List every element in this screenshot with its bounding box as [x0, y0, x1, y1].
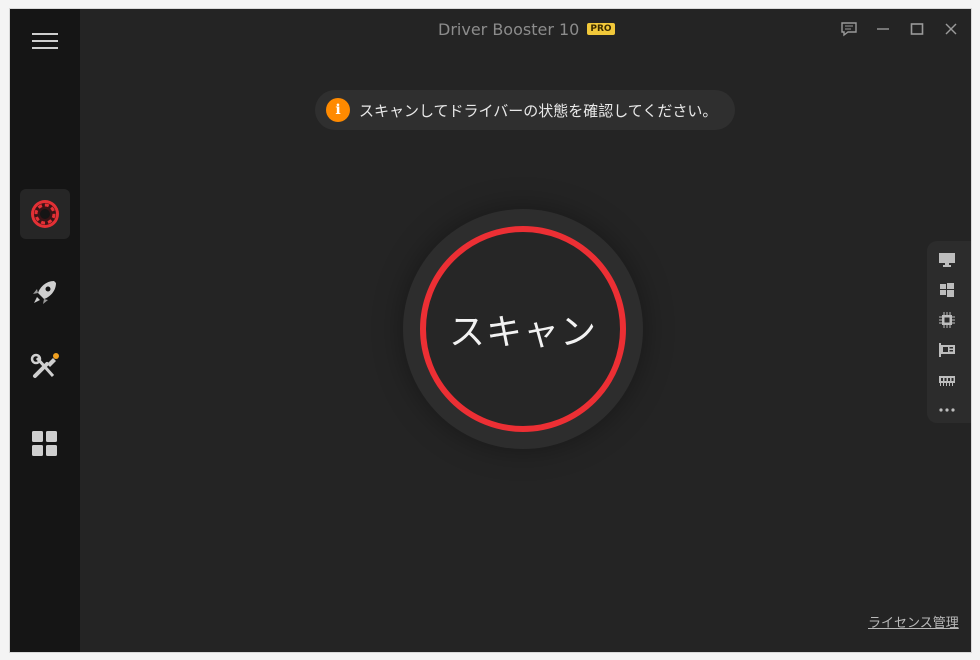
sidebar-item-action-center[interactable]	[20, 419, 70, 469]
notification-dot	[53, 353, 59, 359]
sidebar-item-tools[interactable]	[20, 343, 70, 393]
windows-icon[interactable]	[938, 281, 956, 299]
lifebuoy-icon	[31, 200, 59, 228]
info-icon: i	[326, 98, 350, 122]
menu-icon[interactable]	[32, 33, 58, 49]
feedback-icon[interactable]	[838, 19, 860, 39]
rocket-icon	[33, 281, 56, 304]
license-management-link[interactable]: ライセンス管理	[868, 612, 959, 631]
cpu-icon[interactable]	[938, 311, 956, 329]
tools-icon	[30, 353, 59, 378]
info-banner-text: スキャンしてドライバーの状態を確認してください。	[359, 101, 718, 120]
scan-button-label: スキャン	[448, 312, 597, 353]
sidebar-item-scan[interactable]	[20, 189, 70, 239]
sidebar-item-boost[interactable]	[20, 267, 70, 317]
maximize-icon[interactable]	[906, 19, 928, 39]
graphics-card-icon[interactable]	[938, 341, 956, 359]
more-icon[interactable]	[938, 401, 956, 419]
app-window: Driver Booster 10 PRO i スキャンしてドライバーの状態を確…	[10, 9, 971, 652]
sidebar	[10, 9, 80, 652]
info-banner: i スキャンしてドライバーの状態を確認してください。	[315, 90, 735, 130]
minimize-icon[interactable]	[872, 19, 894, 39]
scan-button[interactable]: スキャン	[420, 226, 626, 432]
memory-icon[interactable]	[938, 371, 956, 389]
hardware-panel	[927, 241, 971, 423]
close-icon[interactable]	[940, 19, 962, 39]
app-title-text: Driver Booster 10	[438, 19, 580, 39]
app-title: Driver Booster 10 PRO	[438, 19, 615, 39]
monitor-icon[interactable]	[938, 251, 956, 269]
grid-icon	[32, 431, 57, 456]
pro-badge: PRO	[587, 23, 615, 35]
